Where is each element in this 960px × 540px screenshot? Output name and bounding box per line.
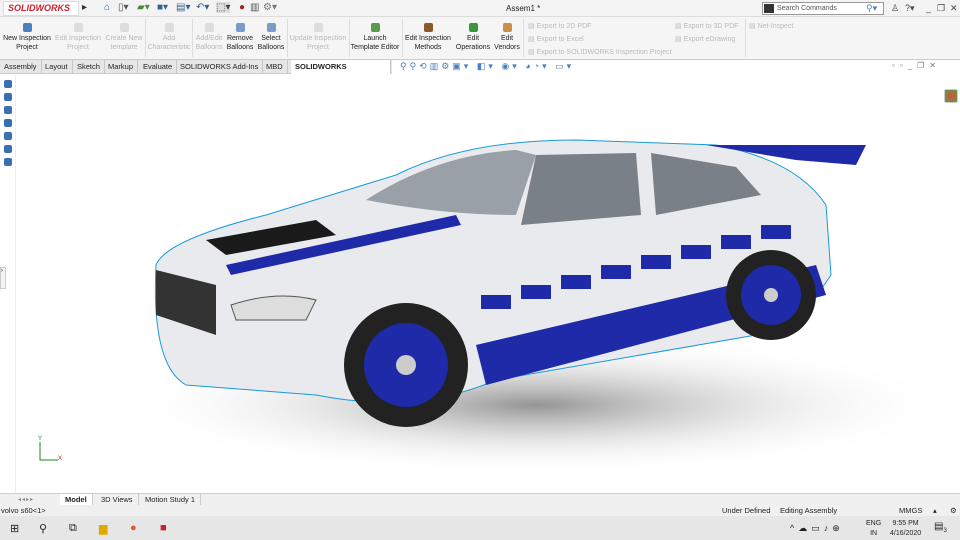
- system-tray-icons[interactable]: ^☁▭♪⊕: [790, 523, 844, 534]
- solidworks-taskbar-icon[interactable]: ■: [160, 522, 167, 534]
- appearance-icon[interactable]: [4, 145, 12, 153]
- remove-balloon-icon: [235, 23, 245, 32]
- display-manager-icon[interactable]: [4, 132, 12, 140]
- print-icon[interactable]: ▤▾: [176, 2, 190, 13]
- update-inspection-project-button[interactable]: Update Inspection Project: [288, 23, 348, 52]
- tab-solidworks-inspection[interactable]: SOLIDWORKS Inspection: [291, 60, 391, 85]
- create-new-template-button[interactable]: Create New template: [104, 23, 144, 52]
- select-balloon-icon: [266, 23, 276, 32]
- export-inspection-project-button[interactable]: ▤ Export to SOLIDWORKS Inspection Projec…: [528, 48, 672, 56]
- help-icon[interactable]: ?▾: [905, 3, 915, 14]
- notifications-icon[interactable]: ▤3: [934, 521, 947, 534]
- characteristic-icon: [164, 23, 174, 32]
- firefox-icon[interactable]: ●: [130, 522, 137, 534]
- title-bar: SOLIDWORKS ▸ ⌂ ▯▾ ▰▾ ■▾ ▤▾ ↶▾ ⬚▾ ● ▥ ⚙▾ …: [0, 0, 960, 17]
- new-inspection-project-button[interactable]: New Inspection Project: [3, 23, 51, 52]
- template-icon: [119, 23, 129, 32]
- remove-balloons-button[interactable]: Remove Balloons: [225, 23, 255, 52]
- select-icon[interactable]: ⬚▾: [216, 2, 231, 13]
- save-icon[interactable]: ■▾: [157, 2, 168, 13]
- tab-assembly[interactable]: Assembly: [0, 60, 42, 74]
- svg-text:X: X: [58, 456, 62, 462]
- car-model: YX: [38, 139, 956, 475]
- graphics-area[interactable]: YX ›: [0, 75, 960, 493]
- operations-icon: [468, 23, 478, 32]
- tab-addins[interactable]: SOLIDWORKS Add-Ins: [176, 60, 264, 74]
- edit-inspection-project-button[interactable]: Edit Inspection Project: [54, 23, 102, 52]
- undo-icon[interactable]: ↶▾: [196, 2, 209, 13]
- windows-taskbar: ⊞ ⚲ ⧉ ▆ ● ■ ^☁▭♪⊕ ENG IN 9:55 PM 4/16/2020…: [0, 516, 960, 540]
- balloon-icon: [204, 23, 214, 32]
- rebuild-status-icon: ⚙: [950, 506, 957, 515]
- select-balloons-button[interactable]: Select Balloons: [256, 23, 286, 52]
- definition-state: Under Defined: [722, 506, 771, 515]
- restore-icon[interactable]: ❐: [937, 3, 945, 14]
- export-edrawing-button[interactable]: ▤ Export eDrawing: [675, 35, 735, 43]
- tab-sketch[interactable]: Sketch: [73, 60, 105, 74]
- export-3d-pdf-button[interactable]: ▤ Export to 3D PDF: [675, 22, 738, 30]
- add-characteristic-button[interactable]: Add Characteristic: [147, 23, 191, 52]
- methods-icon: [423, 23, 433, 32]
- selected-component: volvo s60<1>: [1, 506, 46, 515]
- units-dropdown-icon[interactable]: ▴: [933, 505, 937, 516]
- file-explorer-icon[interactable]: ▆: [99, 522, 107, 535]
- export-excel-button[interactable]: ▤ Export to Excel: [528, 35, 584, 43]
- editing-mode: Editing Assembly: [780, 506, 838, 515]
- property-manager-icon[interactable]: [4, 93, 12, 101]
- add-edit-balloons-button[interactable]: Add/Edit Balloons: [193, 23, 225, 52]
- file-properties-icon[interactable]: ▥: [250, 2, 259, 13]
- units-selector[interactable]: MMGS: [899, 505, 922, 516]
- search-icon[interactable]: ⚲▾: [866, 3, 877, 14]
- expand-panel-handle[interactable]: ›: [0, 267, 6, 289]
- tab-layout[interactable]: Layout: [41, 60, 73, 74]
- heads-up-toolbar: ⚲⚲⟲▥⚙▣▾ ◧▾ ◉▾ ◕◔▾ ▭▾ ▫▫_❐✕: [392, 60, 960, 74]
- open-icon[interactable]: ▰▾: [137, 2, 150, 13]
- close-icon[interactable]: ✕: [950, 3, 958, 14]
- status-bar: volvo s60<1> Under Defined Editing Assem…: [0, 505, 960, 516]
- tab-mbd[interactable]: MBD: [262, 60, 288, 74]
- home-icon[interactable]: ⌂: [104, 2, 110, 13]
- options-icon[interactable]: ⚙▾: [263, 2, 277, 13]
- vendors-icon: [502, 23, 512, 32]
- viewport-window-controls[interactable]: ▫▫_❐✕: [892, 61, 941, 70]
- command-manager-tabs: Assembly Layout Sketch Markup Evaluate S…: [0, 60, 960, 85]
- new-project-icon: [22, 23, 32, 32]
- language-indicator[interactable]: ENG IN: [866, 519, 881, 539]
- cam-icon[interactable]: [4, 158, 12, 166]
- minimize-icon[interactable]: _: [926, 3, 931, 13]
- update-icon: [313, 23, 323, 32]
- user-icon[interactable]: ♙: [891, 3, 899, 14]
- document-title: Assem1 *: [506, 4, 541, 13]
- edit-project-icon: [73, 23, 83, 32]
- tab-evaluate[interactable]: Evaluate: [139, 60, 178, 74]
- net-inspect-button[interactable]: ▤ Net-Inspect: [749, 22, 793, 30]
- edit-operations-button[interactable]: Edit Operations: [454, 23, 492, 52]
- search-icon[interactable]: ⚲: [39, 522, 47, 535]
- new-icon[interactable]: ▯▾: [118, 2, 129, 13]
- solidworks-logo[interactable]: SOLIDWORKS: [3, 1, 79, 16]
- task-view-icon[interactable]: ⧉: [69, 522, 77, 535]
- configuration-icon[interactable]: [4, 106, 12, 114]
- tab-scroll-arrows[interactable]: ◂◂▸▸: [18, 496, 34, 503]
- export-2d-pdf-button[interactable]: ▤ Export to 2D PDF: [528, 22, 591, 30]
- edit-inspection-methods-button[interactable]: Edit Inspection Methods: [404, 23, 452, 52]
- ribbon: New Inspection Project Edit Inspection P…: [0, 17, 960, 60]
- edit-vendors-button[interactable]: Edit Vendors: [492, 23, 522, 52]
- expand-menu-icon[interactable]: ▸: [82, 2, 87, 13]
- clock[interactable]: 9:55 PM 4/16/2020: [890, 519, 921, 539]
- windows-start-icon[interactable]: ⊞: [10, 522, 19, 535]
- rebuild-icon[interactable]: ●: [239, 2, 245, 13]
- feature-tree-icon[interactable]: [4, 80, 12, 88]
- bottom-tabs: ◂◂▸▸ Model 3D Views Motion Study 1: [0, 493, 960, 506]
- dimxpert-icon[interactable]: [4, 119, 12, 127]
- template-editor-icon: [370, 23, 380, 32]
- svg-text:Y: Y: [38, 436, 42, 442]
- appearances-panel-icon[interactable]: [944, 89, 958, 103]
- launch-template-editor-button[interactable]: Launch Template Editor: [350, 23, 400, 52]
- view-tools-icons[interactable]: ⚲⚲⟲▥⚙▣▾ ◧▾ ◉▾ ◕◔▾ ▭▾: [400, 61, 574, 72]
- tab-markup[interactable]: Markup: [104, 60, 139, 74]
